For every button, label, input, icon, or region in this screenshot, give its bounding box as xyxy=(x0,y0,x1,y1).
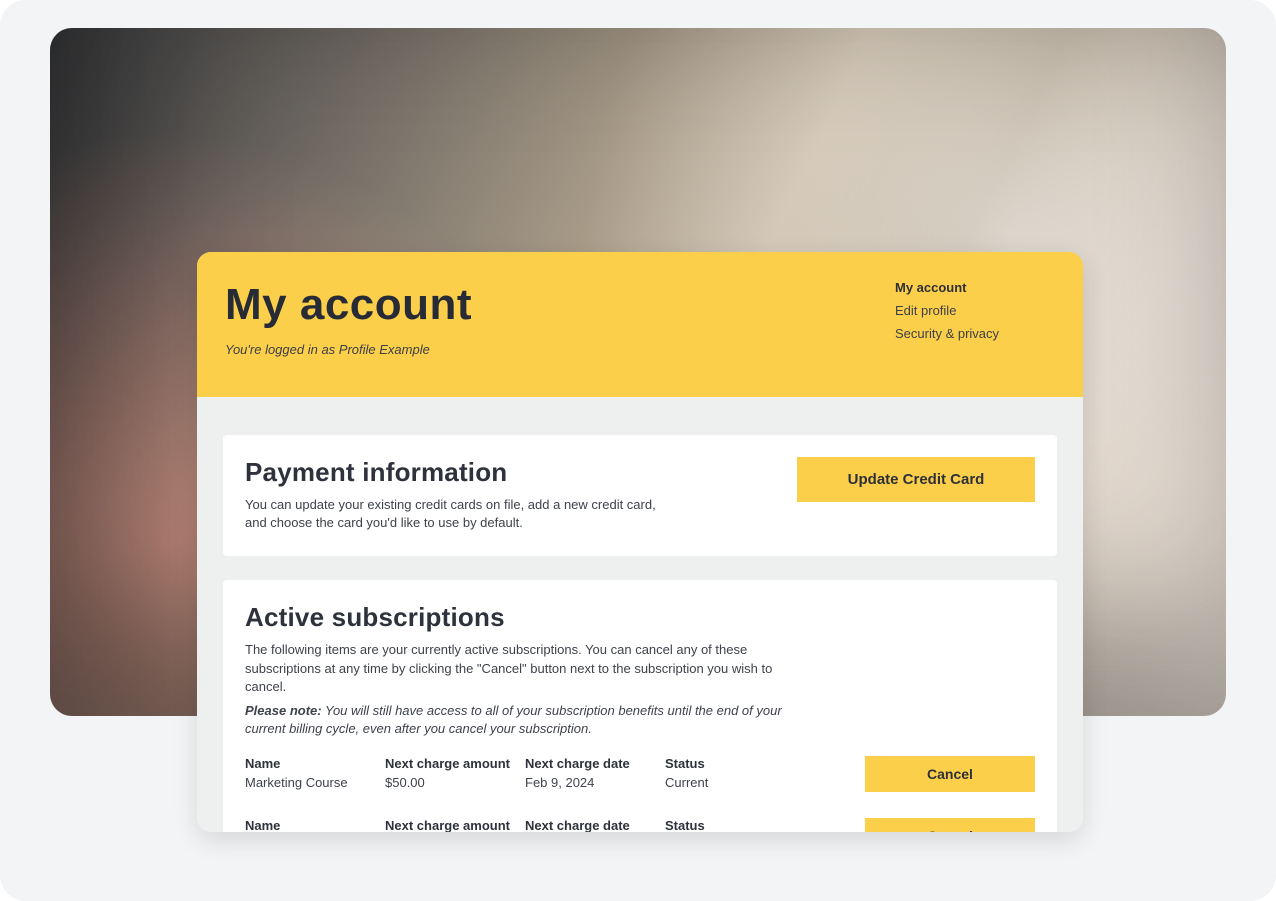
col-amount: Next charge amount xyxy=(385,756,525,771)
col-status: Status xyxy=(665,818,805,832)
cancel-button[interactable]: Cancel xyxy=(865,756,1035,792)
val-amount: $50.00 xyxy=(385,775,525,790)
account-nav: My account Edit profile Security & priva… xyxy=(895,280,1055,341)
account-panel: My account You're logged in as Profile E… xyxy=(197,252,1083,832)
nav-security-privacy[interactable]: Security & privacy xyxy=(895,326,1055,341)
subscriptions-heading: Active subscriptions xyxy=(245,602,1035,633)
update-credit-card-button[interactable]: Update Credit Card xyxy=(797,457,1035,502)
subscriptions-description: The following items are your currently a… xyxy=(245,641,785,696)
note-text: You will still have access to all of you… xyxy=(245,703,782,736)
col-date: Next charge date xyxy=(525,818,665,832)
col-date: Next charge date xyxy=(525,756,665,771)
col-status: Status xyxy=(665,756,805,771)
val-name: Marketing Course xyxy=(245,775,385,790)
subscription-row: Name Marketing Course Next charge amount… xyxy=(245,756,1035,792)
payment-description: You can update your existing credit card… xyxy=(245,496,675,532)
val-status: Current xyxy=(665,775,805,790)
cancel-button[interactable]: Cancel xyxy=(865,818,1035,832)
col-name: Name xyxy=(245,756,385,771)
nav-my-account[interactable]: My account xyxy=(895,280,1055,295)
subscription-row: Name Membership Next charge amount $100.… xyxy=(245,818,1035,832)
col-name: Name xyxy=(245,818,385,832)
page-subtitle: You're logged in as Profile Example xyxy=(225,342,472,357)
payment-heading: Payment information xyxy=(245,457,675,488)
page-title: My account xyxy=(225,280,472,330)
val-date: Feb 9, 2024 xyxy=(525,775,665,790)
nav-edit-profile[interactable]: Edit profile xyxy=(895,303,1055,318)
subscription-rows: Name Marketing Course Next charge amount… xyxy=(245,756,1035,832)
subscriptions-note: Please note: You will still have access … xyxy=(245,702,805,738)
payment-card: Payment information You can update your … xyxy=(223,435,1057,556)
subscriptions-card: Active subscriptions The following items… xyxy=(223,580,1057,832)
note-label: Please note: xyxy=(245,703,322,718)
col-amount: Next charge amount xyxy=(385,818,525,832)
panel-header: My account You're logged in as Profile E… xyxy=(197,252,1083,397)
